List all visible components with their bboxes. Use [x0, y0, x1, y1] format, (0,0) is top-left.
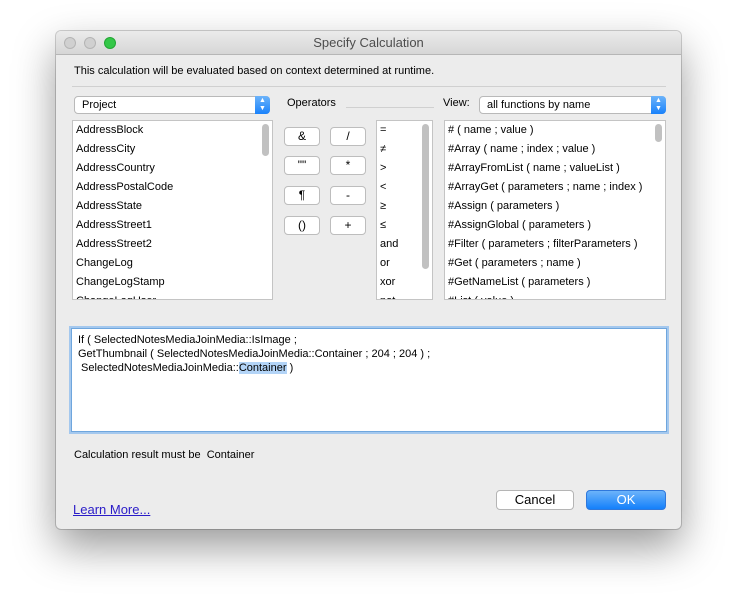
operators-list[interactable]: = ≠ > < ≥ ≤ and or xor not: [376, 120, 433, 300]
functions-scrollbar[interactable]: [655, 124, 662, 142]
field-item[interactable]: AddressStreet1: [76, 216, 152, 235]
function-item[interactable]: #List ( value ): [448, 292, 514, 299]
operator-item[interactable]: <: [380, 178, 386, 197]
view-popup-value: all functions by name: [487, 99, 591, 111]
operator-item[interactable]: ≠: [380, 140, 386, 159]
operator-item[interactable]: not: [380, 292, 395, 299]
calculation-line-3-prefix: SelectedNotesMediaJoinMedia::: [78, 362, 239, 374]
operator-button-subtract[interactable]: -: [330, 186, 366, 205]
functions-list[interactable]: # ( name ; value ) #Array ( name ; index…: [444, 120, 666, 300]
specify-calculation-dialog: Specify Calculation This calculation wil…: [56, 31, 681, 529]
field-item[interactable]: AddressState: [76, 197, 142, 216]
result-type-value[interactable]: Container: [207, 449, 255, 461]
operator-item[interactable]: or: [380, 254, 390, 273]
calculation-line-3-suffix: ): [286, 362, 294, 374]
operator-button-pilcrow[interactable]: ¶: [284, 186, 320, 205]
table-popup[interactable]: Project ▲ ▼: [74, 96, 270, 114]
fields-scrollbar[interactable]: [262, 124, 269, 156]
fields-list[interactable]: AddressBlock AddressCity AddressCountry …: [72, 120, 273, 300]
learn-more-link[interactable]: Learn More...: [73, 502, 150, 517]
operator-button-multiply[interactable]: *: [330, 156, 366, 175]
title-bar: Specify Calculation: [56, 31, 681, 55]
selected-text: Container: [238, 362, 287, 374]
context-info-text: This calculation will be evaluated based…: [74, 65, 435, 77]
view-label: View:: [443, 97, 470, 109]
field-item[interactable]: AddressCountry: [76, 159, 155, 178]
function-item[interactable]: #Get ( parameters ; name ): [448, 254, 581, 273]
calculation-line-3: SelectedNotesMediaJoinMedia::Container ): [78, 361, 293, 375]
function-item[interactable]: #Array ( name ; index ; value ): [448, 140, 595, 159]
field-item[interactable]: AddressCity: [76, 140, 135, 159]
operator-button-parentheses[interactable]: (): [284, 216, 320, 235]
popup-arrows-icon: ▲ ▼: [255, 96, 270, 114]
operator-button-add[interactable]: +: [330, 216, 366, 235]
field-item[interactable]: AddressStreet2: [76, 235, 152, 254]
operators-divider: [346, 107, 434, 108]
result-type-label: Calculation result must be: [74, 449, 201, 461]
function-item[interactable]: #AssignGlobal ( parameters ): [448, 216, 591, 235]
operator-item[interactable]: =: [380, 121, 386, 140]
operator-button-quotes[interactable]: "": [284, 156, 320, 175]
result-type-text: Calculation result must be Container: [74, 449, 254, 461]
view-popup[interactable]: all functions by name ▲ ▼: [479, 96, 666, 114]
function-item[interactable]: #Filter ( parameters ; filterParameters …: [448, 235, 638, 254]
operator-button-ampersand[interactable]: &: [284, 127, 320, 146]
function-item[interactable]: #ArrayFromList ( name ; valueList ): [448, 159, 620, 178]
ok-button[interactable]: OK: [586, 490, 666, 510]
function-item[interactable]: #GetNameList ( parameters ): [448, 273, 590, 292]
field-item[interactable]: ChangeLog: [76, 254, 133, 273]
calculation-line-1: If ( SelectedNotesMediaJoinMedia::IsImag…: [78, 334, 297, 346]
operator-item[interactable]: ≤: [380, 216, 386, 235]
field-item[interactable]: ChangeLogStamp: [76, 273, 165, 292]
function-item[interactable]: #Assign ( parameters ): [448, 197, 559, 216]
window-title: Specify Calculation: [313, 35, 424, 50]
field-item[interactable]: AddressPostalCode: [76, 178, 173, 197]
calculation-textarea[interactable]: If ( SelectedNotesMediaJoinMedia::IsImag…: [71, 328, 667, 432]
operator-button-divide[interactable]: /: [330, 127, 366, 146]
operator-item[interactable]: >: [380, 159, 386, 178]
operators-label: Operators: [287, 97, 336, 109]
operator-item[interactable]: ≥: [380, 197, 386, 216]
cancel-button[interactable]: Cancel: [496, 490, 574, 510]
header-separator: [72, 86, 666, 87]
operator-item[interactable]: and: [380, 235, 398, 254]
field-item[interactable]: ChangeLogUser: [76, 292, 156, 299]
operator-item[interactable]: xor: [380, 273, 395, 292]
function-item[interactable]: #ArrayGet ( parameters ; name ; index ): [448, 178, 642, 197]
table-popup-value: Project: [82, 99, 117, 111]
popup-arrows-icon: ▲ ▼: [651, 96, 666, 114]
field-item[interactable]: AddressBlock: [76, 121, 143, 140]
operators-scrollbar[interactable]: [422, 124, 429, 269]
calculation-line-2: GetThumbnail ( SelectedNotesMediaJoinMed…: [78, 348, 431, 360]
function-item[interactable]: # ( name ; value ): [448, 121, 534, 140]
